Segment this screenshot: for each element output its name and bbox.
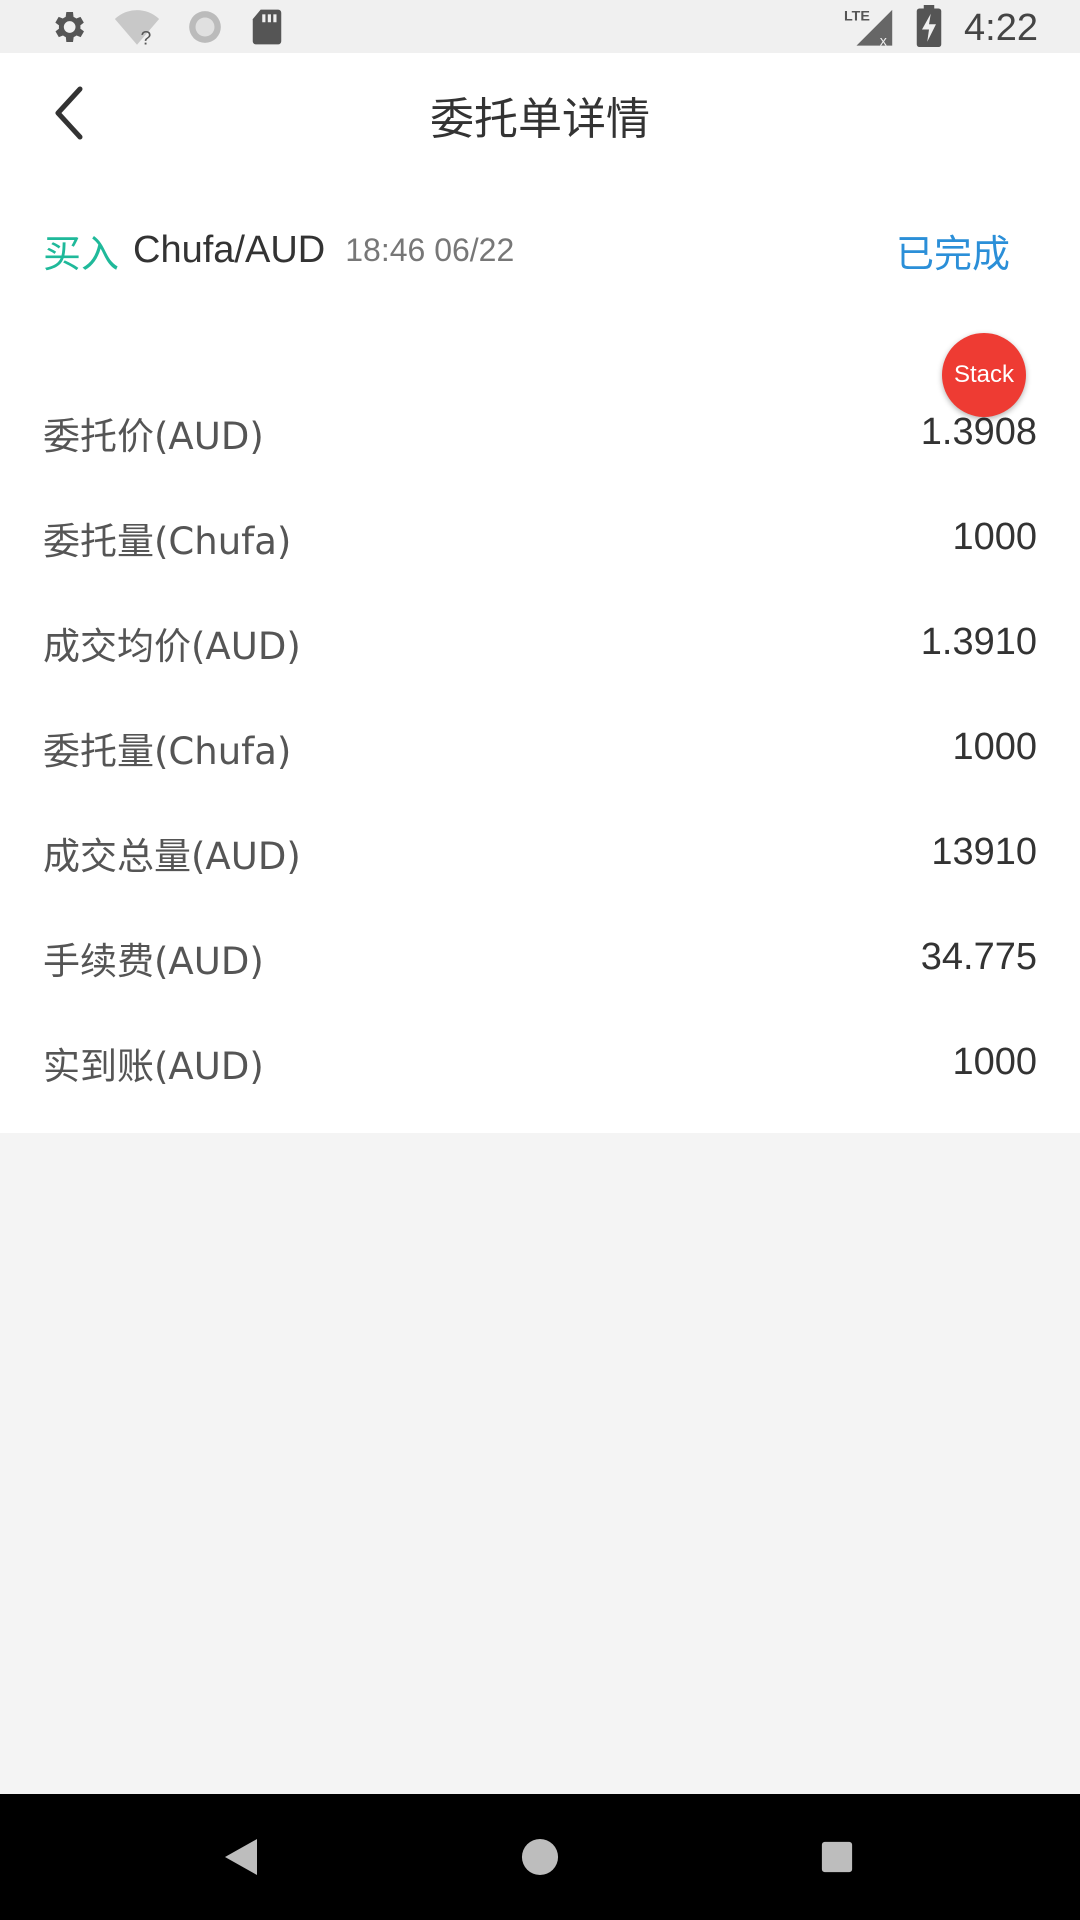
detail-label: 实到账(AUD) <box>43 1044 264 1088</box>
battery-charging-icon <box>916 5 942 51</box>
sync-icon <box>186 8 224 50</box>
status-bar: ? LTE x 4:22 <box>0 0 1080 53</box>
detail-label: 成交总量(AUD) <box>43 834 301 878</box>
detail-label: 委托量(Chufa) <box>43 729 292 773</box>
trading-pair: Chufa/AUD <box>133 228 326 271</box>
status-bar-left: ? <box>48 8 284 50</box>
detail-value: 1.3908 <box>920 411 1037 453</box>
clock: 4:22 <box>964 6 1038 49</box>
sd-card-icon <box>250 8 284 50</box>
wifi-unknown-icon: ? <box>114 7 160 51</box>
detail-label: 成交均价(AUD) <box>43 624 301 668</box>
stack-floating-button[interactable]: Stack <box>942 333 1026 417</box>
detail-list: 委托价(AUD) 1.3908 委托量(Chufa) 1000 成交均价(AUD… <box>43 380 1037 1115</box>
home-circle-icon <box>521 1838 559 1876</box>
back-triangle-icon <box>225 1839 257 1875</box>
detail-value: 34.775 <box>920 936 1037 978</box>
order-summary: 买入 Chufa/AUD 18:46 06/22 已完成 <box>43 220 1010 280</box>
order-time: 18:46 06/22 <box>345 231 515 268</box>
status-bar-right: LTE x 4:22 <box>844 4 1038 52</box>
detail-label: 手续费(AUD) <box>43 939 264 983</box>
detail-label: 委托量(Chufa) <box>43 519 292 563</box>
svg-text:?: ? <box>141 28 152 47</box>
order-status: 已完成 <box>895 231 1010 276</box>
detail-row: 实到账(AUD) 1000 <box>43 1010 1037 1115</box>
nav-back-button[interactable] <box>208 1824 274 1890</box>
screen: ? LTE x 4:22 委托单详情 买入 Chufa/AUD 18:46 06… <box>0 0 1080 1920</box>
nav-home-button[interactable] <box>507 1824 573 1890</box>
detail-row: 委托量(Chufa) 1000 <box>43 695 1037 800</box>
system-nav-bar <box>0 1794 1080 1920</box>
detail-value: 1.3910 <box>920 621 1037 663</box>
page-title: 委托单详情 <box>430 94 650 145</box>
order-side: 买入 <box>43 231 120 276</box>
order-detail-card: 买入 Chufa/AUD 18:46 06/22 已完成 委托价(AUD) 1.… <box>0 180 1080 1133</box>
detail-row: 委托价(AUD) 1.3908 <box>43 380 1037 485</box>
nav-recents-button[interactable] <box>804 1824 870 1890</box>
detail-value: 1000 <box>952 1041 1037 1083</box>
lte-signal-icon: LTE x <box>844 4 894 52</box>
detail-row: 手续费(AUD) 34.775 <box>43 905 1037 1010</box>
detail-row: 委托量(Chufa) 1000 <box>43 485 1037 590</box>
detail-row: 成交总量(AUD) 13910 <box>43 800 1037 905</box>
gear-icon <box>48 7 88 51</box>
svg-text:LTE: LTE <box>844 9 870 25</box>
detail-value: 1000 <box>952 726 1037 768</box>
detail-label: 委托价(AUD) <box>43 414 264 458</box>
svg-text:x: x <box>880 34 887 48</box>
recents-square-icon <box>821 1841 853 1873</box>
app-header: 委托单详情 <box>0 53 1080 180</box>
detail-row: 成交均价(AUD) 1.3910 <box>43 590 1037 695</box>
detail-value: 1000 <box>952 516 1037 558</box>
detail-value: 13910 <box>931 831 1037 873</box>
